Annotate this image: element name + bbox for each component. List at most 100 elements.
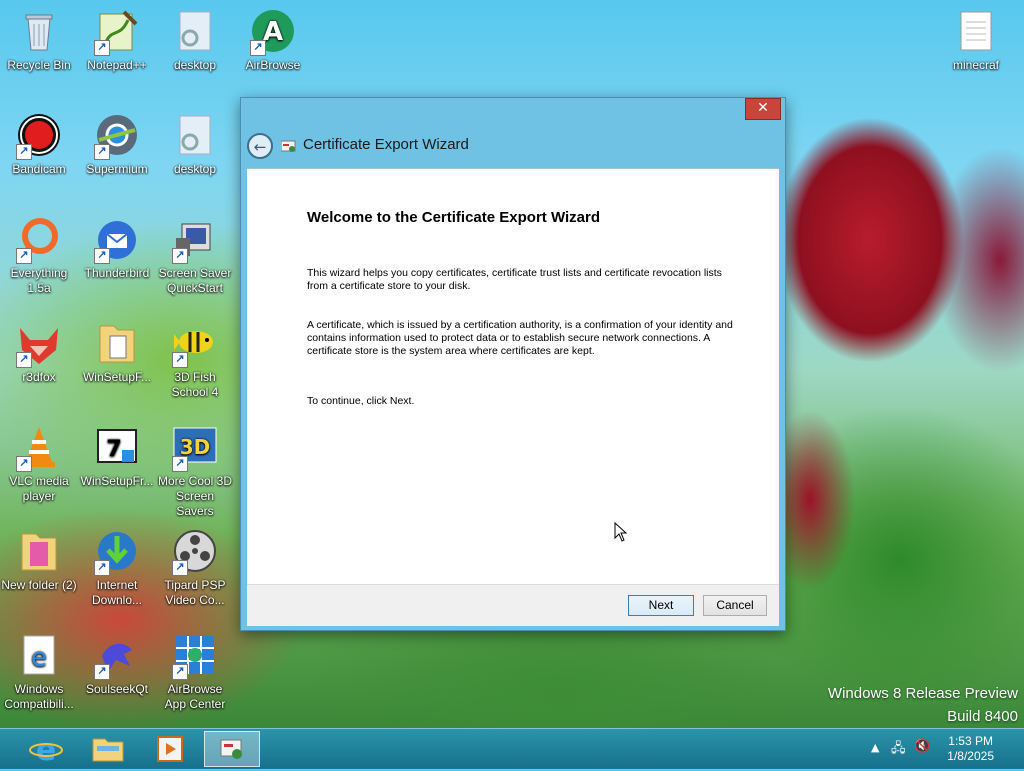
icon-label: Internet Downlo... — [91, 578, 143, 607]
icon-label: minecraf — [952, 58, 999, 72]
desktop-icon-supermium[interactable]: ↗ Supermium — [78, 112, 156, 177]
certificate-export-wizard-dialog: ✕ ← Certificate Export Wizard Welcome to… — [240, 97, 786, 631]
file-explorer-icon — [92, 738, 124, 762]
icon-label: AirBrowse App Center — [164, 682, 226, 711]
dialog-title: Certificate Export Wizard — [303, 136, 469, 153]
taskbar-certificate-wizard[interactable] — [204, 731, 260, 767]
taskbar-file-explorer[interactable] — [80, 731, 136, 767]
desktop-icon-minecraft[interactable]: minecraf — [937, 8, 1015, 73]
icon-label: WinSetupF... — [82, 370, 152, 384]
bandicam-icon: ↗ — [16, 112, 62, 160]
show-hidden-icons-icon[interactable]: ▲ — [871, 741, 879, 754]
shortcut-arrow-icon: ↗ — [94, 664, 110, 680]
desktop-icon-bandicam[interactable]: ↗ Bandicam — [0, 112, 78, 177]
media-player-icon — [157, 736, 183, 762]
taskbar: e ▲ 🖧 🔇 1:53 PM 1/8/2025 — [0, 728, 1024, 769]
desktop-icon-3d-fish-school[interactable]: ↗ 3D Fish School 4 — [156, 320, 234, 400]
desktop-icon-airbrowse[interactable]: A ↗ AirBrowse — [234, 8, 312, 73]
text-file-icon — [953, 8, 999, 54]
desktop-icon-internet-download[interactable]: ↗ Internet Downlo... — [78, 528, 156, 608]
shortcut-arrow-icon: ↗ — [94, 248, 110, 264]
3d-screensaver-icon: 3D ↗ — [172, 424, 218, 472]
folder-icon — [16, 528, 62, 574]
film-reel-icon: ↗ — [172, 528, 218, 576]
desktop-icon-screensaver-quickstart[interactable]: ↗ Screen Saver QuickStart — [156, 216, 234, 296]
folder-icon — [94, 320, 140, 366]
shortcut-arrow-icon: ↗ — [172, 664, 188, 680]
shortcut-arrow-icon: ↗ — [16, 144, 32, 160]
vlc-cone-icon: ↗ — [16, 424, 62, 472]
icon-label: Windows Compatibili... — [4, 682, 74, 711]
icon-label: SoulseekQt — [85, 682, 149, 696]
icon-label: Supermium — [86, 162, 148, 176]
icon-label: VLC media player — [9, 474, 69, 503]
windows-watermark-line2: Build 8400 — [947, 708, 1018, 725]
svg-text:7: 7 — [106, 437, 121, 462]
desktop-icon-windows-compat[interactable]: e Windows Compatibili... — [0, 632, 78, 712]
back-arrow-icon[interactable]: ← — [247, 133, 273, 159]
icon-label: r3dfox — [22, 370, 56, 384]
shortcut-arrow-icon: ↗ — [250, 40, 266, 56]
soulseek-bird-icon: ↗ — [94, 632, 140, 680]
shortcut-arrow-icon: ↗ — [94, 40, 110, 56]
desktop-icon-thunderbird[interactable]: ↗ Thunderbird — [78, 216, 156, 281]
system-clock[interactable]: 1:53 PM 1/8/2025 — [947, 734, 994, 764]
icon-label: Tipard PSP Video Co... — [164, 578, 226, 607]
network-icon[interactable]: 🖧 — [891, 739, 906, 761]
clock-time: 1:53 PM — [948, 734, 993, 748]
thunderbird-icon: ↗ — [94, 216, 140, 264]
icon-label: Recycle Bin — [7, 58, 71, 72]
intro-paragraph: This wizard helps you copy certificates,… — [307, 267, 722, 292]
desktop-icon-winsetupfr[interactable]: 7 WinSetupFr... — [78, 424, 156, 489]
desktop-icon-r3dfox[interactable]: ↗ r3dfox — [0, 320, 78, 385]
shortcut-arrow-icon: ↗ — [172, 560, 188, 576]
desktop-icon-tipard[interactable]: ↗ Tipard PSP Video Co... — [156, 528, 234, 608]
desktop-icon-soulseekqt[interactable]: ↗ SoulseekQt — [78, 632, 156, 697]
windows-watermark-line1: Windows 8 Release Preview — [827, 685, 1018, 702]
taskbar-internet-explorer[interactable]: e — [18, 731, 74, 768]
internet-explorer-icon: e — [29, 733, 63, 768]
desktop-icon-notepadpp[interactable]: ↗ Notepad++ — [78, 8, 156, 73]
desktop-icon-more-cool-3d[interactable]: 3D ↗ More Cool 3D Screen Savers — [156, 424, 234, 519]
supermium-icon: ↗ — [94, 112, 140, 160]
icon-label: More Cool 3D Screen Savers — [157, 474, 233, 518]
icon-label: Everything 1.5a — [10, 266, 68, 295]
everything-search-icon: ↗ — [16, 216, 62, 264]
desktop-icon-recycle-bin[interactable]: Recycle Bin — [0, 8, 78, 73]
icon-label: Notepad++ — [87, 58, 147, 72]
cancel-button[interactable]: Cancel — [703, 595, 767, 616]
desktop-icon-desktop-2[interactable]: desktop — [156, 112, 234, 177]
winsetup-icon: 7 — [94, 424, 140, 470]
icon-label: Screen Saver QuickStart — [158, 266, 232, 295]
desktop-icon-desktop-1[interactable]: desktop — [156, 8, 234, 73]
taskbar-media-player[interactable] — [142, 731, 198, 767]
desktop-icon-airbrowse-app-center[interactable]: ↗ AirBrowse App Center — [156, 632, 234, 712]
continue-instruction: To continue, click Next. — [307, 395, 415, 407]
shortcut-arrow-icon: ↗ — [16, 352, 32, 368]
desktop-icon-everything[interactable]: ↗ Everything 1.5a — [0, 216, 78, 296]
screensaver-icon: ↗ — [172, 216, 218, 264]
clock-date: 1/8/2025 — [947, 749, 994, 763]
shortcut-arrow-icon: ↗ — [16, 248, 32, 264]
settings-file-icon — [172, 112, 218, 158]
close-button[interactable]: ✕ — [745, 98, 781, 120]
icon-label: desktop — [173, 58, 217, 72]
icon-label: WinSetupFr... — [80, 474, 154, 488]
shortcut-arrow-icon: ↗ — [172, 352, 188, 368]
download-manager-icon: ↗ — [94, 528, 140, 576]
desktop-icon-vlc[interactable]: ↗ VLC media player — [0, 424, 78, 504]
next-button[interactable]: Next — [628, 595, 694, 616]
icon-label: New folder (2) — [1, 578, 77, 592]
shortcut-arrow-icon: ↗ — [94, 144, 110, 160]
wizard-heading: Welcome to the Certificate Export Wizard — [307, 209, 600, 226]
notepad-plus-plus-icon: ↗ — [94, 8, 140, 56]
shortcut-arrow-icon: ↗ — [172, 248, 188, 264]
internet-explorer-icon: e — [16, 632, 62, 678]
desktop-icon-new-folder[interactable]: New folder (2) — [0, 528, 78, 593]
desktop-icon-winsetupf[interactable]: WinSetupF... — [78, 320, 156, 385]
settings-file-icon — [172, 8, 218, 54]
volume-muted-icon[interactable]: 🔇 — [914, 739, 930, 754]
icon-label: desktop — [173, 162, 217, 176]
shortcut-arrow-icon: ↗ — [94, 560, 110, 576]
recycle-bin-icon — [16, 8, 62, 54]
